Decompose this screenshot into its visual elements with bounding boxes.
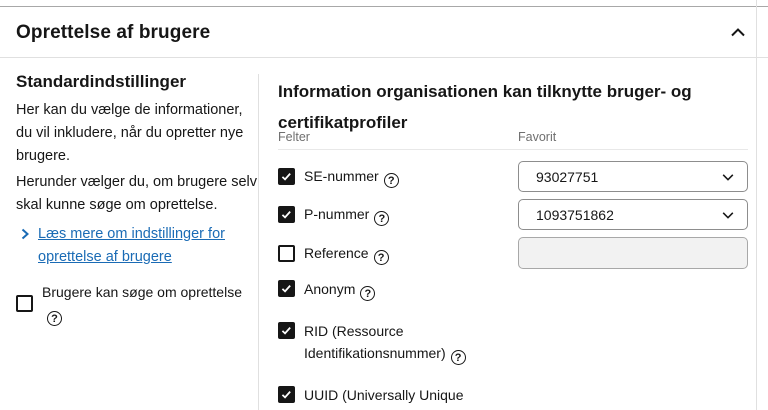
apply-for-creation-row: Brugere kan søge om oprettelse?: [16, 281, 258, 326]
uuid-label: UUID (Universally Unique Identifier): [304, 387, 464, 410]
chevron-right-icon: [21, 228, 29, 240]
row-label-group: Anonym?: [278, 278, 518, 301]
se-nummer-checkbox[interactable]: [278, 168, 295, 185]
help-icon[interactable]: ?: [373, 249, 389, 265]
rid-label: RID (Ressource Identifikationsnummer): [304, 323, 446, 361]
anonym-label: Anonym: [304, 281, 356, 297]
reference-input-disabled: [518, 237, 748, 269]
apply-for-creation-label: Brugere kan søge om oprettelse?: [42, 284, 242, 326]
chevron-down-icon: [722, 211, 734, 219]
row-label-group: SE-nummer?: [278, 165, 518, 188]
row-label-group: UUID (Universally Unique Identifier)?: [278, 384, 518, 410]
p-nummer-select-value: 1093751862: [536, 206, 614, 223]
accordion-header[interactable]: Oprettelse af brugere: [16, 18, 752, 48]
uuid-checkbox[interactable]: [278, 386, 295, 403]
table-row-se-nummer: SE-nummer? 93027751: [278, 161, 748, 192]
row-label-group: P-nummer?: [278, 203, 518, 226]
standard-settings-panel: Standardindstillinger Her kan du vælge d…: [16, 72, 258, 326]
left-panel-heading: Standardindstillinger: [16, 72, 187, 91]
p-nummer-select[interactable]: 1093751862: [518, 199, 748, 230]
apply-for-creation-checkbox[interactable]: [16, 295, 33, 312]
panel-top-border: [0, 6, 768, 7]
column-header-favorit: Favorit: [518, 130, 557, 144]
column-divider: [258, 74, 259, 410]
left-panel-paragraph-1: Her kan du vælge de informationer, du vi…: [16, 102, 244, 164]
se-nummer-select-value: 93027751: [536, 168, 599, 185]
table-row-anonym: Anonym?: [278, 276, 748, 311]
column-header-felter: Felter: [278, 130, 310, 144]
field-rows: SE-nummer? 93027751 P-nummer? 1093751862: [278, 161, 748, 410]
table-row-rid: RID (Ressource Identifikationsnummer)?: [278, 318, 748, 375]
chevron-down-icon: [722, 173, 734, 181]
help-icon[interactable]: ?: [47, 311, 62, 326]
right-panel-heading: Information organisationen kan tilknytte…: [278, 82, 692, 132]
reference-checkbox[interactable]: [278, 244, 295, 262]
help-icon[interactable]: ?: [450, 350, 466, 365]
se-nummer-select[interactable]: 93027751: [518, 161, 748, 192]
header-divider: [0, 57, 768, 58]
reference-label: Reference: [304, 244, 369, 261]
table-row-reference: Reference?: [278, 237, 748, 269]
chevron-up-icon[interactable]: [730, 25, 746, 41]
table-row-p-nummer: P-nummer? 1093751862: [278, 199, 748, 230]
help-icon[interactable]: ?: [383, 173, 399, 188]
read-more-link[interactable]: Læs mere om indstillinger for oprettelse…: [16, 223, 250, 269]
content-right-edge: [756, 0, 757, 410]
table-row-uuid: UUID (Universally Unique Identifier)?: [278, 382, 748, 410]
help-icon[interactable]: ?: [360, 286, 376, 301]
help-icon[interactable]: ?: [374, 211, 390, 226]
se-nummer-label: SE-nummer: [304, 168, 379, 184]
row-label-group: Reference?: [278, 242, 518, 265]
page-title: Oprettelse af brugere: [16, 22, 211, 43]
rid-checkbox[interactable]: [278, 322, 295, 339]
table-column-headers: Felter Favorit: [278, 130, 748, 144]
row-label-group: RID (Ressource Identifikationsnummer)?: [278, 320, 518, 365]
anonym-checkbox[interactable]: [278, 280, 295, 297]
read-more-link-label[interactable]: Læs mere om indstillinger for oprettelse…: [38, 223, 250, 269]
left-panel-paragraph-2: Herunder vælger du, om brugere selv skal…: [16, 174, 257, 213]
p-nummer-checkbox[interactable]: [278, 206, 295, 223]
p-nummer-label: P-nummer: [304, 206, 370, 222]
table-divider: [278, 149, 748, 150]
